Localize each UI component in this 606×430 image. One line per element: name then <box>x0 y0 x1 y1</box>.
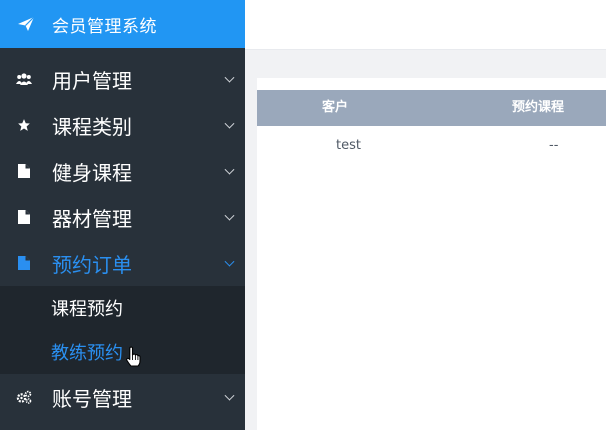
sidebar-item-users[interactable]: 用户管理 <box>0 56 245 102</box>
submenu-item-course-booking[interactable]: 课程预约 <box>0 286 245 330</box>
chevron-down-icon <box>224 118 235 129</box>
sidebar-item-equipment[interactable]: 器材管理 <box>0 194 245 240</box>
chevron-down-icon <box>224 390 235 401</box>
brand-header: 会员管理系统 <box>0 0 245 48</box>
file-icon <box>16 163 32 179</box>
sidebar-item-account[interactable]: 账号管理 <box>0 374 245 420</box>
app-title: 会员管理系统 <box>52 16 157 37</box>
sidebar-item-label: 器材管理 <box>52 206 132 231</box>
sidebar-item-label: 课程类别 <box>52 114 132 139</box>
submenu-item-coach-booking[interactable]: 教练预约 <box>0 330 245 374</box>
file-icon <box>16 209 32 225</box>
sidebar-item-label: 预约订单 <box>52 252 132 277</box>
reservations-submenu: 课程预约 教练预约 <box>0 286 245 374</box>
users-icon <box>16 71 32 87</box>
table-header: 客户 预约课程 <box>257 90 606 126</box>
chevron-down-icon <box>224 256 235 267</box>
chevron-down-icon <box>224 72 235 83</box>
gears-icon <box>16 389 32 405</box>
sidebar: 会员管理系统 用户管理 课程类别 健身课程 器材管理 预约订单 课程预约 教练预… <box>0 0 245 430</box>
file-icon <box>16 255 32 271</box>
hand-pointer-icon <box>126 346 141 367</box>
chevron-down-icon <box>224 164 235 175</box>
sidebar-item-fitness-courses[interactable]: 健身课程 <box>0 148 245 194</box>
sidebar-item-course-category[interactable]: 课程类别 <box>0 102 245 148</box>
cell-customer: test <box>336 138 361 153</box>
table-row: test -- <box>257 126 606 166</box>
column-header-course: 预约课程 <box>512 100 565 115</box>
sidebar-item-reservations[interactable]: 预约订单 <box>0 240 245 286</box>
column-header-customer: 客户 <box>322 100 349 115</box>
sidebar-item-label: 用户管理 <box>52 68 132 93</box>
cell-course: -- <box>549 138 559 153</box>
main-content: 客户 预约课程 test -- <box>245 50 606 430</box>
sidebar-menu: 用户管理 课程类别 健身课程 器材管理 预约订单 课程预约 教练预约 账号管理 <box>0 56 245 420</box>
chevron-down-icon <box>224 210 235 221</box>
sidebar-item-label: 账号管理 <box>52 386 132 411</box>
top-header <box>245 0 606 50</box>
sidebar-item-label: 健身课程 <box>52 160 132 185</box>
paper-plane-icon <box>18 16 35 31</box>
star-icon <box>16 117 32 133</box>
